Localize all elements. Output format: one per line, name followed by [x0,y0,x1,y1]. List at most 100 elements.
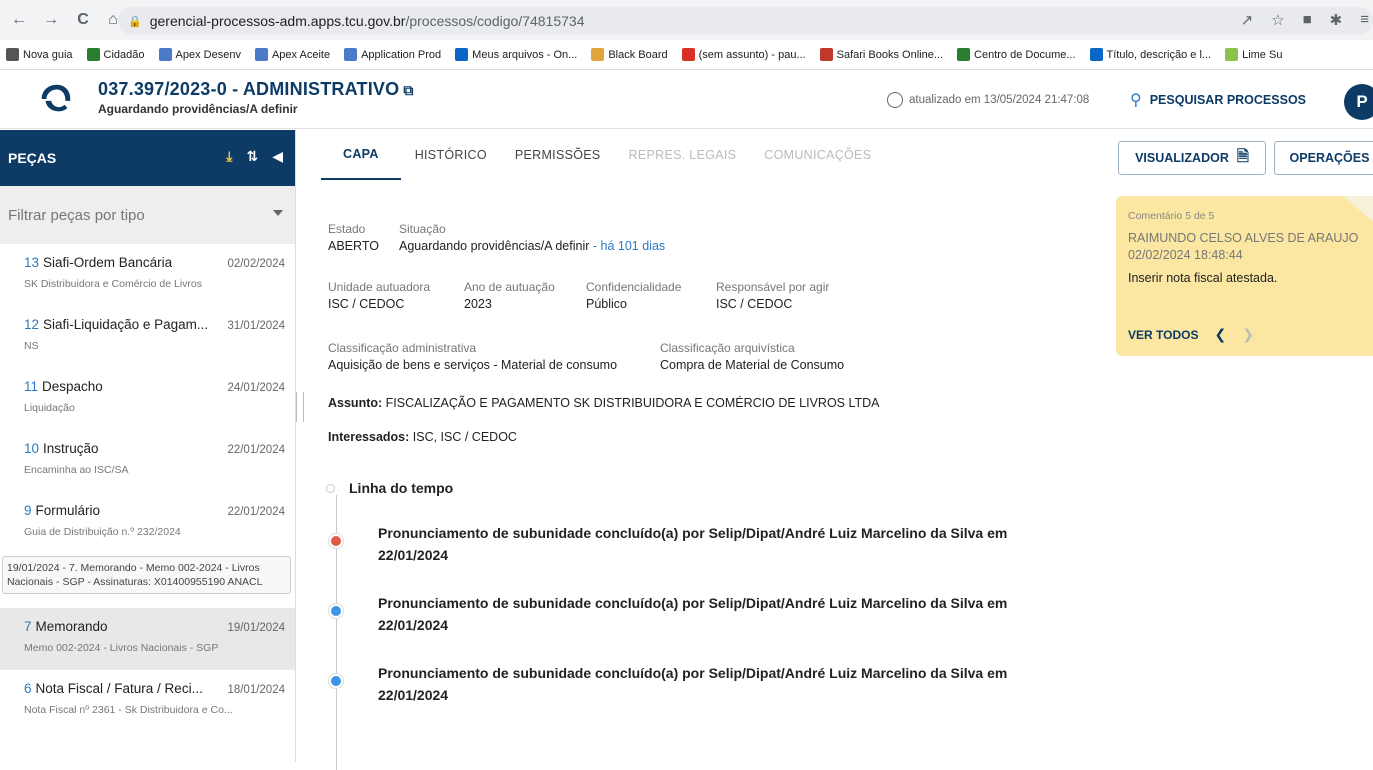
class-adm-value: Aquisição de bens e serviços - Material … [328,358,618,372]
assunto-value: FISCALIZAÇÃO E PAGAMENTO SK DISTRIBUIDOR… [385,396,880,410]
bookmark-favicon-icon [344,48,358,61]
avatar[interactable]: P [1344,84,1373,120]
chevron-down-icon [273,210,283,216]
piece-number: 11 [24,379,39,394]
updated-info: atualizado em 13/05/2024 21:47:08 [887,92,1089,108]
piece-description: Liquidação [24,402,75,414]
download-icon[interactable]: ⤓ [226,148,232,165]
bookmark-item[interactable]: Apex Desenv [158,48,241,61]
tab-permissoes[interactable]: PERMISSÕES [501,130,615,180]
lock-icon: 🔒 [128,15,142,28]
operations-button[interactable]: OPERAÇÕES [1274,141,1373,175]
interessados-label: Interessados: [328,430,410,444]
puzzle-icon[interactable]: ✱ [1330,11,1343,29]
panel-resize-handle[interactable] [296,392,304,422]
bookmark-item[interactable]: Application Prod [344,48,441,61]
piece-description: Guia de Distribuição n.º 232/2024 [24,526,181,538]
resp-value: ISC / CEDOC [716,297,793,311]
back-icon[interactable]: ← [8,9,30,31]
piece-date: 02/02/2024 [227,258,285,270]
class-arq-value: Compra de Material de Consumo [660,358,845,372]
forward-icon[interactable]: → [40,9,62,31]
class-adm-label: Classificação administrativa [328,341,477,355]
piece-list-item[interactable]: 6 Nota Fiscal / Fatura / Reci... 18/01/202… [0,670,295,732]
search-processes-button[interactable]: ⚲ PESQUISAR PROCESSOS [1130,90,1306,110]
process-status: Aguardando providências/A definir [98,102,298,116]
refresh-clock-icon[interactable] [887,92,903,108]
unidade-value: ISC / CEDOC [328,297,405,311]
external-link-icon[interactable]: ⧉ [403,82,413,98]
address-bar[interactable]: 🔒 gerencial-processos-adm.apps.tcu.gov.b… [118,7,1373,35]
unidade-field: Unidade autuadora ISC / CEDOC [328,280,430,311]
class-arq-label: Classificação arquivística [660,341,795,355]
bookmark-item[interactable]: Black Board [591,48,668,61]
bookmark-favicon-icon [1089,48,1103,61]
tab-comunicacoes: COMUNICAÇÕES [764,148,872,162]
tab-capa[interactable]: CAPA [321,130,401,180]
assunto-label: Assunto: [328,396,383,410]
viewer-button[interactable]: VISUALIZADOR 🗎 [1118,141,1266,175]
bookmark-favicon-icon [86,48,100,61]
timeline-item: Pronunciamento de subunidade concluído(a… [378,665,1008,703]
reload-icon[interactable]: C [72,9,94,31]
document-icon: 🗎 [1236,147,1249,165]
bookmark-item[interactable]: Nova guia [6,48,73,61]
bookmark-label: Cidadão [103,48,145,61]
share-icon[interactable]: ↗ [1241,11,1254,29]
see-all-comments-button[interactable]: VER TODOS [1128,328,1198,342]
piece-title: Formulário [35,503,101,518]
comment-author: RAIMUNDO CELSO ALVES DE ARAUJO [1128,231,1359,245]
bookmark-item[interactable]: Cidadão [86,48,145,61]
star-icon[interactable]: ☆ [1271,11,1284,29]
piece-list-item[interactable]: 12 Siafi-Liquidação e Pagam... 31/01/2024 N… [0,306,295,368]
timeline-title: Linha do tempo [349,480,454,496]
bookmark-favicon-icon [591,48,605,61]
piece-list-item[interactable]: 10 Instrução 22/01/2024 Encaminha ao ISC/SA [0,430,295,492]
url-path: /processos/codigo/74815734 [405,13,585,29]
sort-icon[interactable]: ⇅ [246,148,258,165]
bookmark-item[interactable]: Safari Books Online... [819,48,943,61]
piece-list-item[interactable]: 9 Formulário 22/01/2024 Guia de Distribuiçã… [0,492,295,554]
situacao-field: Situação Aguardando providências/A defin… [399,222,665,253]
piece-title: Instrução [43,441,99,456]
extension-icon[interactable]: ■ [1303,11,1312,29]
conf-label: Confidencialidade [586,280,682,294]
piece-title: Despacho [42,379,103,394]
interessados-value: ISC, ISC / CEDOC [412,430,517,444]
piece-tooltip: 19/01/2024 - 7. Memorando - Memo 002-202… [2,556,291,594]
resp-label: Responsável por agir [716,280,830,294]
bookmark-favicon-icon [158,48,172,61]
browser-toolbar: ← → C ⌂ 🔒 gerencial-processos-adm.apps.t… [0,0,1373,40]
collapse-panel-icon[interactable]: ◀ [272,148,283,165]
piece-number: 6 [24,681,32,696]
bookmark-favicon-icon [6,48,19,61]
piece-number: 13 [24,255,40,270]
situacao-value: Aguardando providências/A definir [399,239,590,253]
bookmark-item[interactable]: Centro de Docume... [957,48,1076,61]
bookmark-item[interactable]: Apex Aceite [254,48,330,61]
chevron-left-icon[interactable]: ❮ [1214,326,1226,343]
bookmark-item[interactable]: Título, descrição e l... [1089,48,1211,61]
piece-date: 22/01/2024 [227,444,285,456]
piece-list-item[interactable]: 13 Siafi-Ordem Bancária 02/02/2024 SK Distr… [0,244,295,306]
tab-historico[interactable]: HISTÓRICO [401,130,501,180]
process-title: 037.397/2023-0 - ADMINISTRATIVO ⧉ [98,79,414,99]
bookmark-item[interactable]: Lime Su [1225,48,1282,61]
conf-value: Público [586,297,627,311]
piece-date: 18/01/2024 [227,684,285,696]
piece-list-item[interactable]: 7 Memorando 19/01/2024 Memo 002-2024 - Livr… [0,608,295,670]
timeline-dot [329,674,343,688]
piece-description: SK Distribuidora e Comércio de Livros [24,278,202,290]
filter-pieces-select[interactable]: Filtrar peças por tipo [0,186,295,244]
bookmark-item[interactable]: (sem assunto) - pau... [681,48,806,61]
filter-placeholder: Filtrar peças por tipo [8,206,145,224]
app-logo-icon [41,84,71,112]
bookmark-label: Centro de Docume... [974,48,1076,61]
pieces-header: PEÇAS ⤓ ⇅ ◀ [0,130,295,186]
situacao-label: Situação [399,222,446,236]
piece-description: NS [24,340,39,352]
bookmark-item[interactable]: Meus arquivos - On... [455,48,577,61]
piece-list-item[interactable]: 11 Despacho 24/01/2024 Liquidação [0,368,295,430]
piece-title: Nota Fiscal / Fatura / Reci... [35,681,203,696]
media-icon[interactable]: ≡ [1360,11,1369,29]
